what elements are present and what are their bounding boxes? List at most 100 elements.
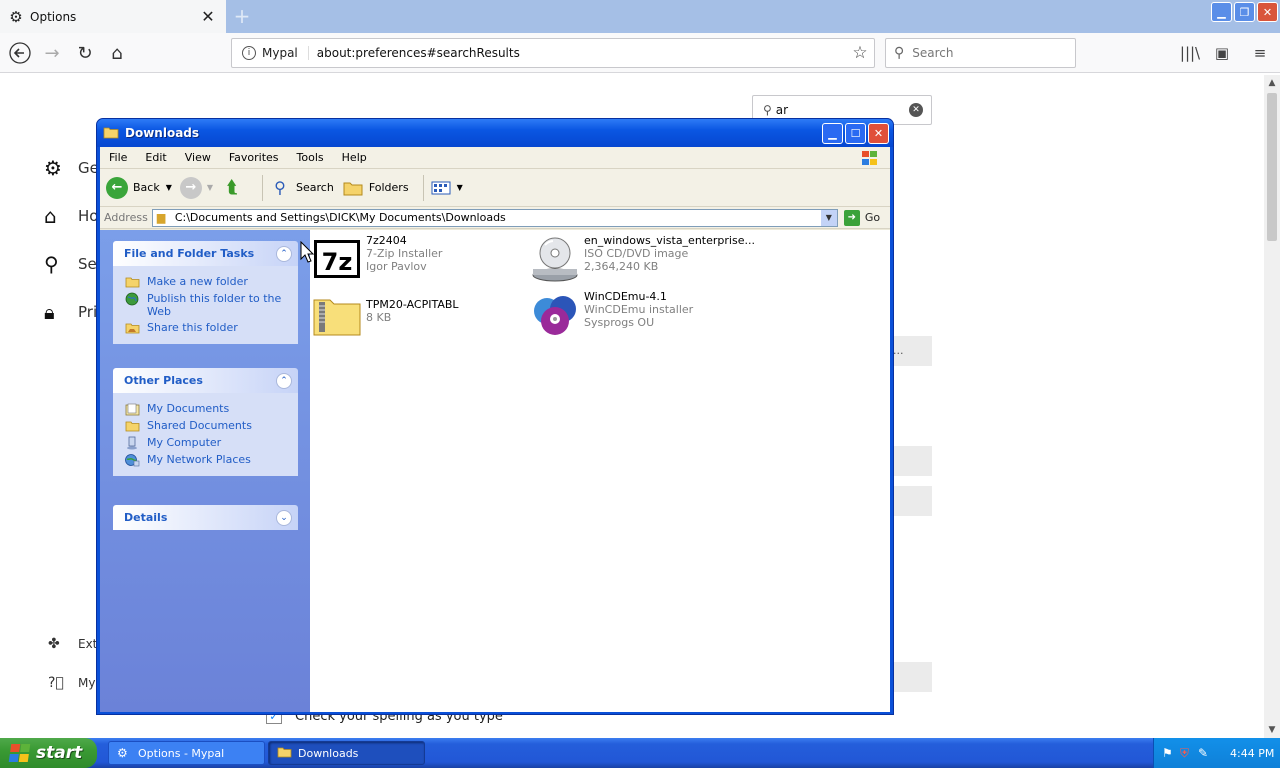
restore-icon[interactable]: ❐	[1234, 2, 1255, 22]
gear-icon: ⚙	[9, 7, 23, 26]
menu-tools[interactable]: Tools	[288, 151, 333, 164]
taskbar-task-downloads[interactable]: Downloads	[268, 741, 425, 765]
network-tray-icon[interactable]: ⚑	[1162, 746, 1180, 760]
sidebar-icon[interactable]: ▣	[1210, 41, 1234, 65]
minimize-icon[interactable]: ▁	[822, 122, 843, 144]
pref-button[interactable]: ...	[893, 336, 932, 366]
panel-title: Details	[124, 511, 168, 524]
close-tab-icon[interactable]: ✕	[196, 5, 220, 29]
ellipsis-text: ...	[893, 344, 904, 357]
back-arrow-icon[interactable]	[6, 39, 34, 67]
dropdown-arrow-icon[interactable]: ▼	[820, 209, 837, 226]
menu-favorites[interactable]: Favorites	[220, 151, 288, 164]
address-input[interactable]: ▆ C:\Documents and Settings\DICK\My Docu…	[151, 208, 838, 227]
scroll-down-icon[interactable]: ▼	[1264, 722, 1280, 738]
search-label: Search	[296, 181, 334, 194]
forward-arrow-icon[interactable]: →	[38, 39, 66, 67]
clock: 4:44 PM	[1230, 746, 1275, 760]
device-tray-icon[interactable]: ✎	[1198, 746, 1216, 760]
network-icon	[124, 453, 140, 467]
dropdown-arrow-icon[interactable]: ▼	[166, 183, 172, 192]
file-item[interactable]: 7z 7z2404 7-Zip Installer Igor Pavlov	[312, 234, 442, 284]
search-button[interactable]: ⚲ Search	[269, 177, 334, 199]
puzzle-icon: ✤	[48, 636, 60, 652]
security-shield-icon[interactable]: ⛨	[1180, 746, 1198, 761]
pref-extensions-link[interactable]: ✤ Ext	[48, 636, 97, 652]
up-folder-button[interactable]: ⮬	[221, 177, 248, 199]
task-label: Options - Mypal	[138, 746, 225, 760]
url-bar[interactable]: i Mypal about:preferences#searchResults …	[231, 38, 875, 68]
panel-header[interactable]: Details ⌄	[113, 505, 298, 530]
scroll-up-icon[interactable]: ▲	[1264, 75, 1280, 91]
place-my-computer[interactable]: My Computer	[124, 436, 298, 450]
explorer-body: File Edit View Favorites Tools Help ← Ba…	[100, 147, 890, 712]
zip-folder-icon	[312, 290, 362, 340]
pref-button[interactable]	[893, 446, 932, 476]
views-button[interactable]: ▼	[430, 177, 463, 199]
toolbar-separator	[422, 174, 424, 201]
expand-icon[interactable]: ⌄	[276, 509, 292, 526]
collapse-icon[interactable]: ⌃	[276, 372, 292, 389]
reload-icon[interactable]: ↻	[71, 39, 99, 67]
pref-nav-home[interactable]: ⌂ Ho	[44, 204, 98, 228]
address-path: C:\Documents and Settings\DICK\My Docume…	[174, 211, 506, 224]
menu-icon[interactable]: ≡	[1248, 41, 1272, 65]
collapse-icon[interactable]: ⌃	[276, 245, 292, 262]
file-name: en_windows_vista_enterprise...	[584, 234, 755, 247]
task-label: Make a new folder	[147, 275, 248, 288]
home-icon[interactable]: ⌂	[103, 39, 131, 67]
panel-header[interactable]: File and Folder Tasks ⌃	[113, 241, 298, 266]
folder-icon	[277, 746, 293, 761]
menu-help[interactable]: Help	[333, 151, 376, 164]
pref-nav-general[interactable]: ⚙ Ge	[44, 156, 99, 180]
bookmark-star-icon[interactable]: ☆	[846, 43, 874, 63]
folders-button[interactable]: Folders	[342, 177, 409, 199]
tab-options[interactable]: ⚙ Options ✕	[0, 0, 226, 33]
disc-image-icon	[530, 234, 580, 284]
close-icon[interactable]: ✕	[868, 122, 889, 144]
place-shared-documents[interactable]: Shared Documents	[124, 419, 298, 433]
clear-icon[interactable]: ✕	[909, 103, 923, 117]
maximize-icon[interactable]: ☐	[845, 122, 866, 144]
help-icon: ?⃝	[48, 675, 64, 691]
tab-title: Options	[30, 9, 77, 24]
library-icon[interactable]: |||\	[1178, 41, 1202, 65]
explorer-title: Downloads	[125, 126, 200, 140]
place-my-documents[interactable]: My Documents	[124, 402, 298, 416]
menu-view[interactable]: View	[176, 151, 220, 164]
task-publish-web[interactable]: Publish this folder to the Web	[124, 292, 298, 318]
place-my-network[interactable]: My Network Places	[124, 453, 298, 467]
svg-text:7z: 7z	[322, 248, 353, 276]
url-text[interactable]: about:preferences#searchResults	[317, 46, 846, 60]
page-scrollbar[interactable]: ▲ ▼	[1264, 75, 1280, 738]
menu-file[interactable]: File	[100, 151, 136, 164]
menu-edit[interactable]: Edit	[136, 151, 175, 164]
file-item[interactable]: TPM20-ACPITABL 8 KB	[312, 290, 459, 340]
pref-button[interactable]	[893, 486, 932, 516]
browser-tab-bar: ⚙ Options ✕ + ▁ ❐ ✕	[0, 0, 1280, 33]
pref-button[interactable]	[893, 662, 932, 692]
panel-header[interactable]: Other Places ⌃	[113, 368, 298, 393]
pref-nav-search[interactable]: ⚲ Se	[44, 252, 97, 276]
task-share-folder[interactable]: Share this folder	[124, 321, 298, 335]
go-button[interactable]: ➜ Go	[843, 209, 880, 226]
new-tab-icon[interactable]: +	[230, 4, 254, 28]
file-type: 7-Zip Installer	[366, 247, 443, 260]
taskbar-task-options[interactable]: ⚙ Options - Mypal	[108, 741, 265, 765]
pref-nav-privacy[interactable]: 🔒︎ Pri	[44, 300, 97, 324]
search-icon: ⚲	[44, 252, 59, 276]
file-item[interactable]: en_windows_vista_enterprise... ISO CD/DV…	[530, 234, 755, 284]
info-icon[interactable]: i	[242, 46, 256, 60]
back-button[interactable]: ← Back ▼	[106, 176, 172, 199]
search-input[interactable]: ⚲ Search	[885, 38, 1076, 68]
pref-support-link[interactable]: ?⃝ My	[48, 675, 95, 691]
explorer-title-bar[interactable]: Downloads ▁ ☐ ✕	[97, 119, 893, 147]
file-item[interactable]: WinCDEmu-4.1 WinCDEmu installer Sysprogs…	[530, 290, 693, 340]
close-icon[interactable]: ✕	[1257, 2, 1278, 22]
minimize-icon[interactable]: ▁	[1211, 2, 1232, 22]
task-make-new-folder[interactable]: Make a new folder	[124, 275, 298, 289]
forward-button[interactable]: → ▼	[179, 176, 213, 199]
scrollbar-thumb[interactable]	[1267, 93, 1277, 241]
new-folder-icon	[124, 275, 140, 289]
start-button[interactable]: start	[0, 738, 97, 768]
